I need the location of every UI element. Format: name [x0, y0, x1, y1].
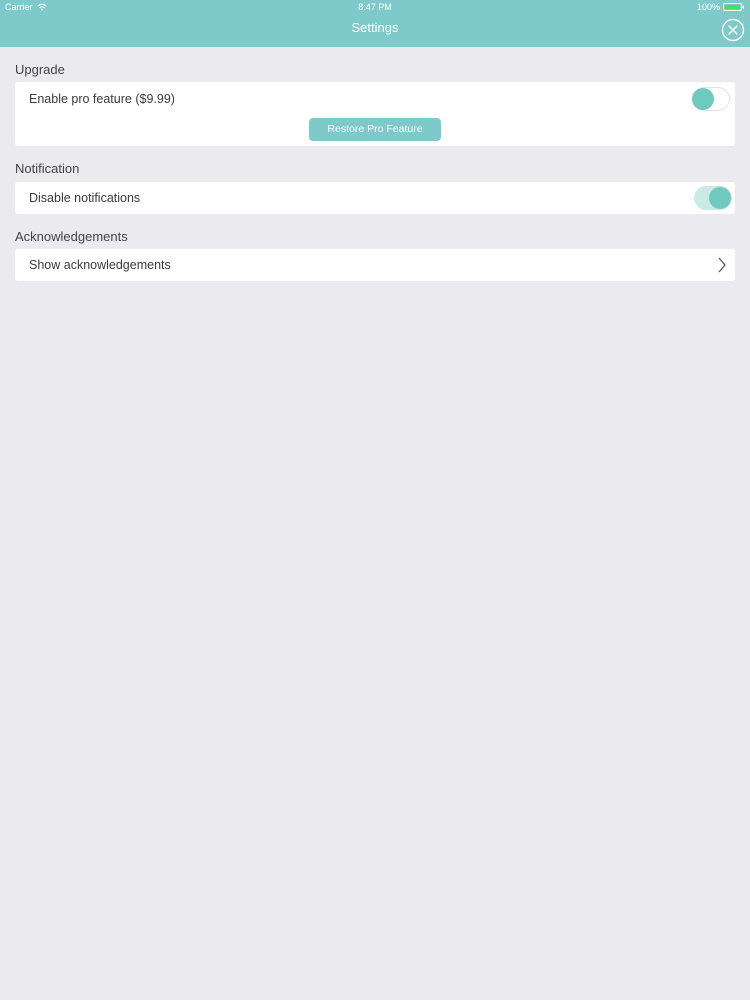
page-title: Settings — [351, 20, 399, 35]
toggle-knob — [692, 88, 714, 110]
section-header-notification: Notification — [15, 161, 80, 176]
status-battery: 100% — [697, 2, 745, 12]
status-bar: Carrier 8:47 PM 100% — [0, 0, 750, 14]
section-header-acknowledgements: Acknowledgements — [15, 229, 128, 244]
battery-percentage: 100% — [696, 2, 720, 12]
chevron-right-icon — [718, 257, 726, 273]
disable-notifications-toggle[interactable] — [694, 186, 732, 210]
upgrade-card: Enable pro feature ($9.99) Restore Pro F… — [15, 82, 735, 146]
notification-card: Disable notifications — [15, 182, 735, 214]
navigation-bar: Carrier 8:47 PM 100% Settings — [0, 0, 750, 47]
toggle-knob — [709, 187, 731, 209]
status-time: 8:47 PM — [358, 2, 392, 12]
section-header-upgrade: Upgrade — [15, 62, 65, 77]
close-icon[interactable] — [721, 18, 745, 42]
show-acknowledgements-label: Show acknowledgements — [29, 258, 171, 272]
show-acknowledgements-row[interactable]: Show acknowledgements — [15, 249, 735, 281]
enable-pro-toggle[interactable] — [692, 87, 730, 111]
disable-notifications-label: Disable notifications — [29, 191, 141, 205]
enable-pro-label: Enable pro feature ($9.99) — [29, 92, 175, 106]
battery-icon — [723, 3, 744, 11]
restore-pro-feature-button[interactable]: Restore Pro Feature — [309, 118, 441, 141]
